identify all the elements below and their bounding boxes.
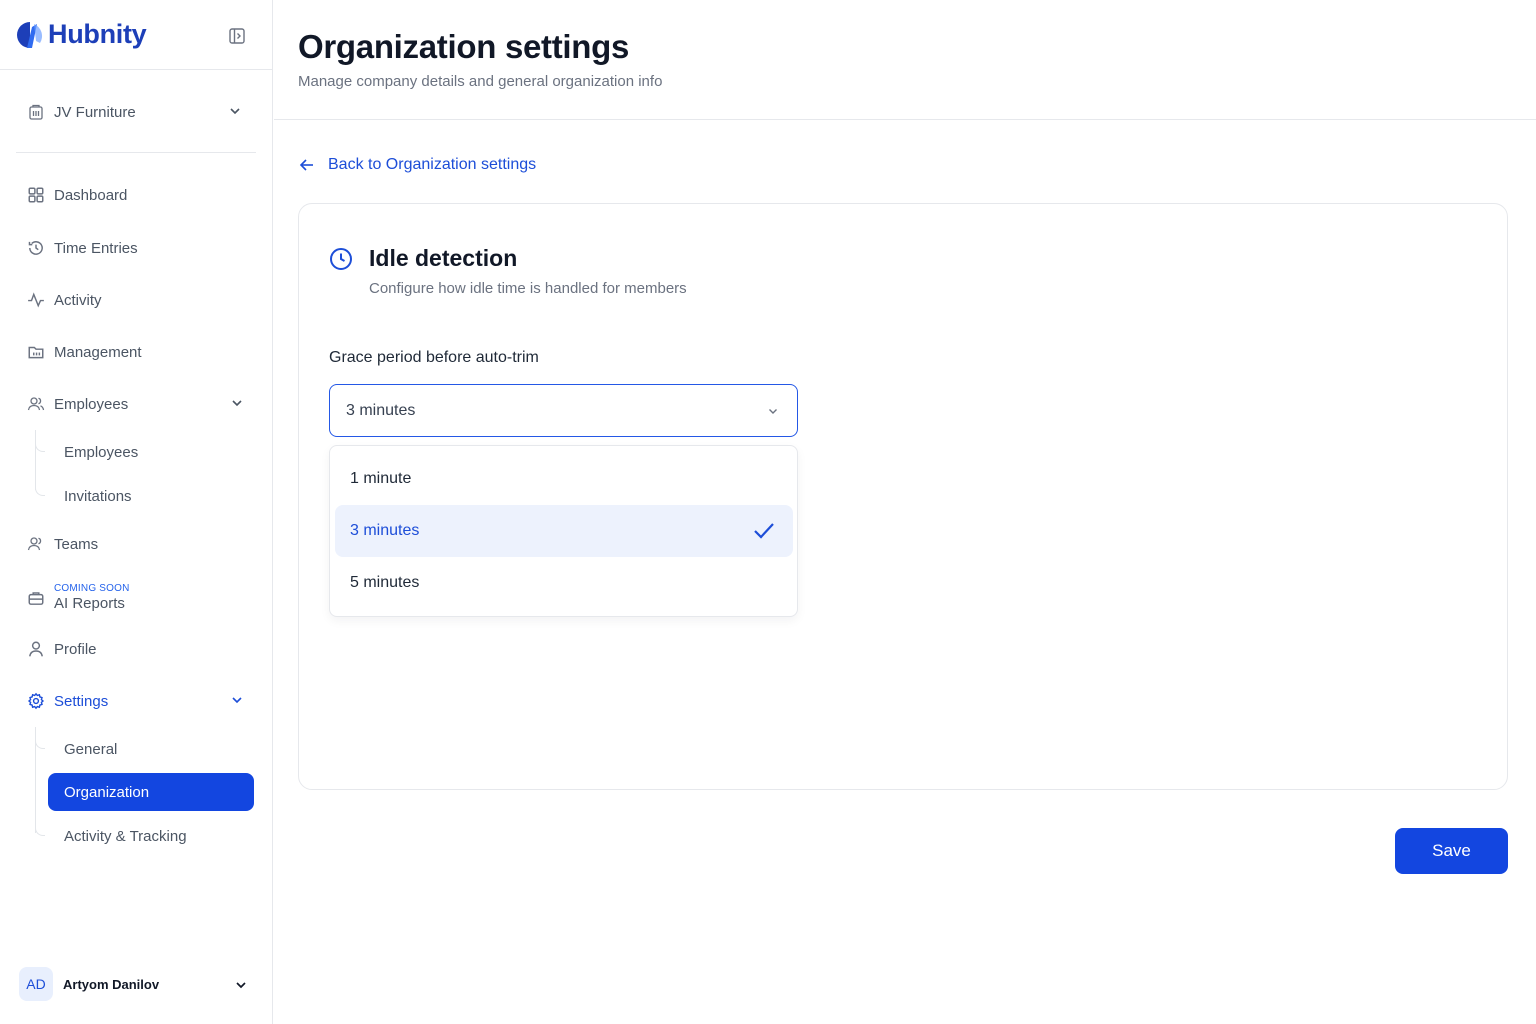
sidebar-item-label: AI Reports <box>54 595 125 612</box>
page-title: Organization settings <box>298 28 630 65</box>
tree-branch <box>35 486 45 496</box>
sidebar-item-ai-reports[interactable]: COMING SOON AI Reports <box>16 576 256 620</box>
sidebar-item-label: Dashboard <box>54 186 128 204</box>
sidebar-divider <box>16 152 256 153</box>
sidebar-item-label: Time Entries <box>54 239 138 257</box>
sidebar-subitem-general[interactable]: General <box>48 730 254 768</box>
sidebar-item-profile[interactable]: Profile <box>16 629 256 669</box>
sidebar-item-label: Activity <box>54 291 102 309</box>
coming-soon-badge: COMING SOON <box>54 583 130 594</box>
building-icon <box>29 104 43 120</box>
sidebar-item-teams[interactable]: Teams <box>16 524 256 564</box>
logo-row: Hubnity <box>0 0 272 70</box>
sidebar-item-label: Management <box>54 343 142 361</box>
chevron-down-icon <box>769 409 777 414</box>
checkmark-icon <box>754 523 774 539</box>
sidebar-item-employees[interactable]: Employees <box>16 384 256 424</box>
folder-icon <box>28 346 44 359</box>
card-subtitle: Configure how idle time is handled for m… <box>369 280 687 297</box>
grace-period-selected-value: 3 minutes <box>346 401 416 419</box>
sidebar-subitem-activity-tracking[interactable]: Activity & Tracking <box>48 817 254 855</box>
chevron-down-icon <box>232 400 242 407</box>
briefcase-icon <box>28 592 44 605</box>
user-icon <box>29 641 43 657</box>
sidebar-item-activity[interactable]: Activity <box>16 280 256 320</box>
history-icon <box>28 241 43 255</box>
avatar: AD <box>19 967 53 1001</box>
grace-period-select[interactable]: 3 minutes <box>329 384 798 437</box>
organization-name: JV Furniture <box>54 103 136 121</box>
tree-branch <box>35 442 45 452</box>
chevron-down-icon <box>230 108 240 115</box>
option-3-minutes[interactable]: 3 minutes <box>335 505 793 557</box>
option-label: 3 minutes <box>350 522 420 539</box>
save-button[interactable]: Save <box>1395 828 1508 874</box>
sidebar-item-settings[interactable]: Settings <box>16 681 256 721</box>
employees-tree-line <box>35 430 36 490</box>
card-title: Idle detection <box>369 245 518 271</box>
activity-pulse-icon <box>28 292 44 308</box>
user-menu[interactable]: AD Artyom Danilov <box>16 964 256 1004</box>
back-link-label: Back to Organization settings <box>328 156 537 173</box>
chevron-down-icon <box>236 982 246 989</box>
users-icon <box>27 397 45 411</box>
sidebar: Hubnity JV Furniture Dashboard Time Entr… <box>0 0 273 1024</box>
gear-icon <box>27 692 45 710</box>
brand-name: Hubnity <box>48 19 147 49</box>
sidebar-collapse-icon[interactable] <box>228 27 246 45</box>
clock-icon <box>330 248 352 270</box>
sidebar-subitem-employees[interactable]: Employees <box>48 433 254 471</box>
grace-period-label: Grace period before auto-trim <box>329 349 539 366</box>
back-to-organization-settings-link[interactable]: Back to Organization settings <box>298 156 536 174</box>
sidebar-item-time-entries[interactable]: Time Entries <box>16 228 256 268</box>
option-5-minutes[interactable]: 5 minutes <box>335 557 793 609</box>
sidebar-item-management[interactable]: Management <box>16 332 256 372</box>
ai-reports-label-group: COMING SOON AI Reports <box>54 583 130 613</box>
sidebar-item-label: Employees <box>54 395 129 413</box>
user-name: Artyom Danilov <box>63 976 160 992</box>
hubnity-logo-icon <box>17 22 43 48</box>
option-label: 5 minutes <box>350 574 420 591</box>
option-label: 1 minute <box>350 470 412 487</box>
page-subtitle: Manage company details and general organ… <box>298 73 663 90</box>
arrow-left-icon <box>299 159 313 171</box>
grid-icon <box>28 187 44 203</box>
sidebar-item-label: Teams <box>54 535 99 553</box>
sidebar-item-label: Settings <box>54 692 109 710</box>
sidebar-item-dashboard[interactable]: Dashboard <box>16 175 256 215</box>
chevron-down-icon <box>232 697 242 704</box>
sidebar-subitem-invitations[interactable]: Invitations <box>48 477 254 515</box>
option-1-minute[interactable]: 1 minute <box>335 453 793 505</box>
idle-detection-card: Idle detection Configure how idle time i… <box>298 203 1508 790</box>
sidebar-item-label: Profile <box>54 640 97 658</box>
sidebar-subitem-organization[interactable]: Organization <box>48 773 254 811</box>
tree-branch <box>35 739 45 749</box>
organization-switcher[interactable]: JV Furniture <box>16 90 256 134</box>
tree-branch <box>35 826 45 836</box>
user-group-icon <box>27 537 42 551</box>
page-header: Organization settings Manage company det… <box>274 0 1536 120</box>
grace-period-dropdown: 1 minute 3 minutes 5 minutes <box>329 445 798 617</box>
